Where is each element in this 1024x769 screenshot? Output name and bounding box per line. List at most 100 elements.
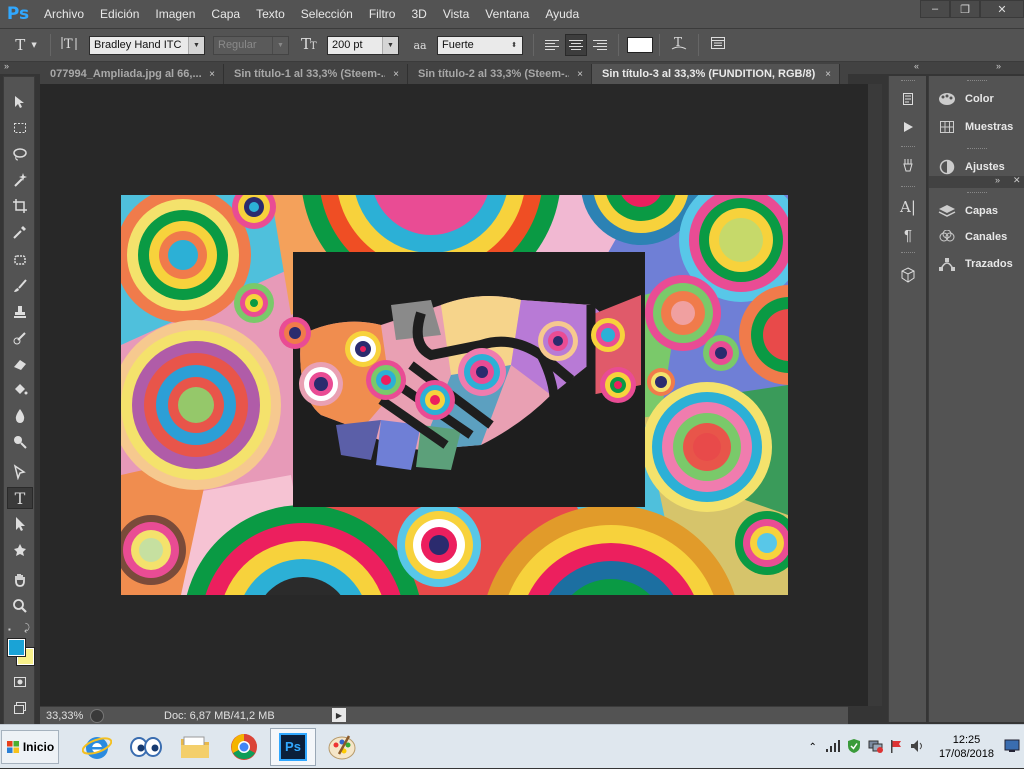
start-button[interactable]: Inicio (1, 729, 59, 764)
panel-paths[interactable]: Trazados (937, 253, 1013, 275)
menu-ayuda[interactable]: Ayuda (537, 0, 587, 28)
show-desktop-icon[interactable] (1004, 739, 1020, 756)
brush-presets-icon[interactable] (897, 154, 919, 176)
magic-wand-tool-icon[interactable] (7, 169, 33, 191)
panel-channels[interactable]: Canales (937, 226, 1007, 248)
folder-icon[interactable] (172, 728, 218, 766)
tab-close-icon[interactable]: × (577, 69, 583, 80)
close-panel-icon[interactable]: ✕ (1013, 175, 1021, 186)
security-shield-icon[interactable] (847, 738, 861, 757)
volume-icon[interactable] (909, 739, 925, 756)
text-color-swatch[interactable] (627, 37, 653, 53)
default-colors-icon[interactable]: ▪ (8, 625, 11, 634)
pen-tool-icon[interactable] (7, 461, 33, 483)
actions-play-icon[interactable] (897, 116, 919, 138)
tab-document-3[interactable]: Sin título-2 al 33,3% (Steem-... × (408, 64, 592, 84)
path-selection-tool-icon[interactable] (7, 513, 33, 535)
screen-mode-icon[interactable] (7, 697, 33, 719)
tab-close-icon[interactable]: × (393, 69, 399, 80)
panel-swatches[interactable]: Muestras (937, 116, 1013, 138)
panel-grip[interactable] (967, 80, 987, 83)
tab-document-2[interactable]: Sin título-1 al 33,3% (Steem-... × (224, 64, 408, 84)
quick-mask-icon[interactable] (7, 671, 33, 693)
eyes-icon[interactable] (123, 728, 169, 766)
paint-icon[interactable] (319, 728, 365, 766)
collapse-arrows-icon[interactable]: « (914, 61, 919, 71)
foreground-color-swatch[interactable] (7, 638, 26, 657)
move-tool-icon[interactable] (7, 91, 33, 113)
tab-document-4[interactable]: Sin título-3 al 33,3% (FUNDITION, RGB/8)… (592, 64, 840, 84)
menu-ventana[interactable]: Ventana (477, 0, 537, 28)
flag-icon[interactable] (889, 739, 903, 756)
menu-archivo[interactable]: Archivo (36, 0, 92, 28)
menu-filtro[interactable]: Filtro (361, 0, 404, 28)
character-icon[interactable]: A| (897, 196, 919, 218)
character-panel-icon[interactable] (705, 35, 731, 55)
font-style-select[interactable]: Regular ▼ (213, 35, 289, 55)
show-hidden-icons-icon[interactable]: ⌃ (809, 742, 817, 753)
antialias-select[interactable]: Fuerte ⬍ (437, 35, 523, 55)
collapse-arrows-icon[interactable]: » (4, 61, 9, 71)
network-icon[interactable] (867, 739, 883, 756)
close-button[interactable]: ✕ (980, 0, 1024, 18)
photoshop-icon[interactable]: Ps (270, 727, 316, 766)
expand-arrows-icon[interactable]: » (995, 175, 1000, 185)
panel-grip[interactable] (901, 186, 915, 189)
healing-brush-tool-icon[interactable] (7, 249, 33, 271)
clock[interactable]: 12:25 17/08/2018 (939, 733, 994, 761)
hand-tool-icon[interactable] (7, 569, 33, 591)
blur-tool-icon[interactable] (7, 405, 33, 427)
menu-capa[interactable]: Capa (203, 0, 248, 28)
font-family-select[interactable]: Bradley Hand ITC ▼ (89, 35, 205, 55)
document-canvas[interactable] (121, 195, 788, 595)
panel-grip[interactable] (967, 192, 987, 195)
toggle-text-orientation-icon[interactable]: T (57, 34, 83, 56)
brush-tool-icon[interactable] (7, 275, 33, 297)
zoom-tool-icon[interactable] (7, 595, 33, 617)
align-center-button[interactable] (565, 34, 587, 56)
panel-grip[interactable] (967, 148, 987, 151)
minimize-button[interactable]: – (920, 0, 950, 18)
eraser-tool-icon[interactable] (7, 353, 33, 375)
tab-document-1[interactable]: 077994_Ampliada.jpg al 66,... × (40, 64, 224, 84)
history-brush-tool-icon[interactable] (7, 327, 33, 349)
tab-close-icon[interactable]: × (209, 69, 215, 80)
marquee-tool-icon[interactable] (7, 117, 33, 139)
paragraph-icon[interactable]: ¶ (897, 224, 919, 246)
lasso-tool-icon[interactable] (7, 143, 33, 165)
status-menu-icon[interactable] (90, 708, 104, 723)
paint-bucket-tool-icon[interactable] (7, 379, 33, 401)
menu-edicion[interactable]: Edición (92, 0, 147, 28)
panel-color[interactable]: Color (937, 88, 994, 110)
menu-texto[interactable]: Texto (248, 0, 293, 28)
tab-close-icon[interactable]: × (825, 69, 831, 80)
zoom-level[interactable]: 33,33% (40, 710, 90, 722)
menu-vista[interactable]: Vista (435, 0, 477, 28)
menu-seleccion[interactable]: Selección (293, 0, 361, 28)
restore-button[interactable]: ❐ (950, 0, 980, 18)
clone-stamp-tool-icon[interactable] (7, 301, 33, 323)
panel-grip[interactable] (901, 146, 915, 149)
swap-colors-icon[interactable]: ⤸ (24, 623, 30, 634)
font-size-select[interactable]: 200 pt ▼ (327, 35, 399, 55)
eyedropper-tool-icon[interactable] (7, 221, 33, 243)
warp-text-icon[interactable]: T (666, 34, 692, 56)
signal-icon[interactable] (825, 739, 841, 756)
vertical-scrollbar[interactable] (868, 84, 882, 706)
menu-3d[interactable]: 3D (403, 0, 434, 28)
panel-grip[interactable] (901, 252, 915, 255)
collapse-arrows-icon[interactable]: » (996, 61, 1001, 71)
crop-tool-icon[interactable] (7, 195, 33, 217)
panel-layers[interactable]: Capas (937, 200, 998, 222)
align-right-button[interactable] (589, 34, 611, 56)
dodge-tool-icon[interactable] (7, 431, 33, 453)
menu-imagen[interactable]: Imagen (147, 0, 203, 28)
chrome-icon[interactable] (221, 728, 267, 766)
type-tool-icon[interactable]: T (7, 487, 33, 509)
internet-explorer-icon[interactable] (74, 728, 120, 766)
panel-grip[interactable] (901, 80, 915, 83)
tool-preset-picker[interactable]: T ▼ (8, 36, 44, 54)
3d-cube-icon[interactable] (897, 264, 919, 286)
history-icon[interactable] (897, 88, 919, 110)
status-arrow-icon[interactable]: ▶ (332, 708, 346, 722)
